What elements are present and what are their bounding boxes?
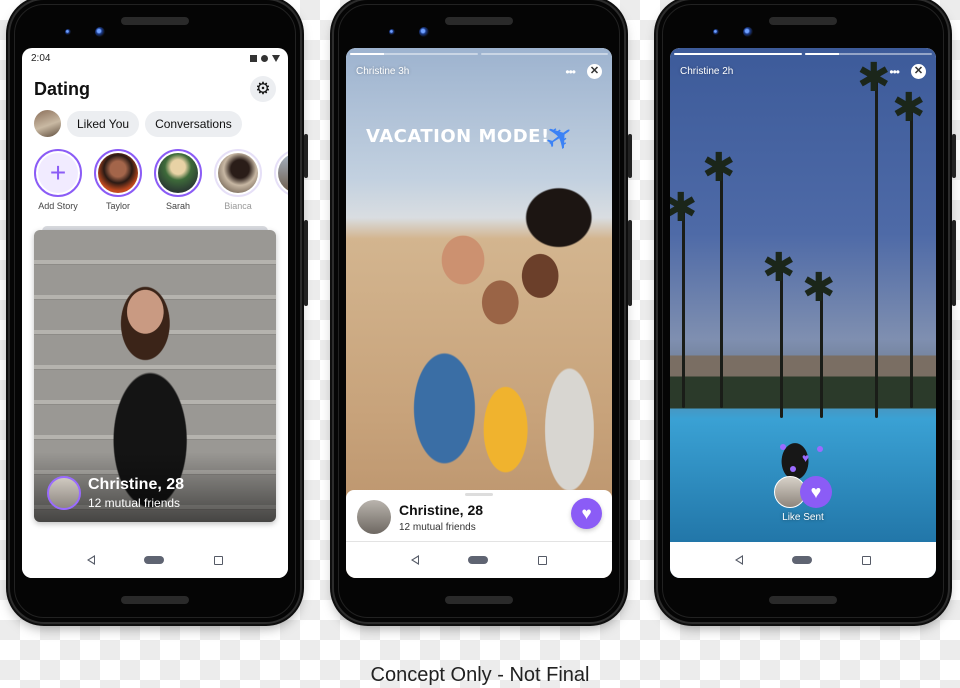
conversations-chip[interactable]: Conversations (145, 110, 242, 137)
screen: Christine 3h ••• ✕ VACATION MODE! ✈ Chri… (346, 48, 612, 578)
speaker (445, 596, 513, 604)
story-progress (350, 53, 608, 55)
stories-row: + Add Story Taylor Sarah Bianca Sp (22, 137, 288, 211)
front-camera (419, 27, 429, 37)
recents-icon[interactable] (538, 555, 548, 565)
recents-icon[interactable] (214, 555, 224, 565)
sensor (65, 29, 71, 35)
earpiece (121, 17, 189, 25)
volume-button (304, 220, 308, 306)
home-icon[interactable] (792, 556, 813, 564)
floating-heart-icon: ♥ (802, 451, 810, 465)
filter-row: Liked You Conversations (22, 102, 288, 137)
close-icon[interactable]: ✕ (911, 64, 926, 79)
story-taylor[interactable]: Taylor (94, 149, 142, 211)
wifi-icon (272, 54, 280, 62)
speaker (121, 596, 189, 604)
palm-tree (802, 268, 836, 418)
back-icon[interactable] (734, 555, 743, 565)
confetti-dot (790, 466, 796, 472)
like-button[interactable]: ♥ (571, 498, 602, 529)
power-button (628, 134, 632, 178)
gear-icon: ⚙ (255, 79, 271, 98)
story-avatar (278, 153, 288, 193)
palm-tree (670, 188, 698, 408)
nav-bar (346, 542, 612, 578)
story-progress (674, 53, 932, 55)
confetti-dot (780, 444, 786, 450)
phone-story-pool: Christine 2h ••• ✕ ♥ ♥ Like Sent (658, 0, 956, 622)
volume-button (952, 220, 956, 306)
more-icon[interactable]: ••• (565, 66, 576, 78)
nav-bar (670, 542, 936, 578)
confetti-dot (817, 446, 823, 452)
mutual-friends: 12 mutual friends (399, 522, 476, 533)
screen: Christine 2h ••• ✕ ♥ ♥ Like Sent (670, 48, 936, 578)
palm-tree (892, 88, 926, 408)
close-icon[interactable]: ✕ (587, 64, 602, 79)
story-author: Christine 3h (356, 66, 410, 77)
back-icon[interactable] (86, 555, 95, 565)
front-camera (95, 27, 105, 37)
story-avatar (158, 153, 198, 193)
recents-icon[interactable] (862, 555, 872, 565)
disclaimer-caption: Concept Only - Not Final (370, 664, 590, 686)
profile-card[interactable]: Christine, 28 12 mutual friends (34, 230, 276, 522)
profile-name: Christine, 28 (88, 476, 185, 493)
nav-bar (22, 542, 288, 578)
more-icon[interactable]: ••• (889, 66, 900, 78)
sensor (389, 29, 395, 35)
add-story-button[interactable]: + Add Story (34, 149, 82, 211)
heart-icon: ♥ (581, 504, 592, 523)
power-button (952, 134, 956, 178)
profile-sheet[interactable]: Christine, 28 12 mutual friends ♥ (346, 490, 612, 542)
speaker (769, 596, 837, 604)
notification-icon (250, 54, 257, 62)
power-button (304, 134, 308, 178)
earpiece (445, 17, 513, 25)
profile-name: Christine, 28 (399, 502, 484, 518)
plus-icon: + (38, 153, 78, 193)
profile-avatar (357, 500, 391, 534)
page-title: Dating (34, 78, 90, 99)
like-sent-confirmation: ♥ Like Sent (774, 476, 832, 523)
palm-tree (762, 248, 796, 418)
progress-segment (350, 53, 385, 55)
back-icon[interactable] (410, 555, 419, 565)
home-icon[interactable] (468, 556, 489, 564)
earpiece (769, 17, 837, 25)
progress-segment (804, 53, 839, 55)
profile-avatar[interactable] (34, 110, 61, 137)
liked-you-chip[interactable]: Liked You (67, 110, 140, 137)
drag-handle[interactable] (465, 493, 493, 496)
story-avatar (98, 153, 138, 193)
sensor (713, 29, 719, 35)
front-camera (743, 27, 753, 37)
story-text-overlay: VACATION MODE! (366, 126, 550, 147)
mutual-friends: 12 mutual friends (88, 496, 181, 510)
story-avatar (218, 153, 258, 193)
volume-button (628, 220, 632, 306)
story-author: Christine 2h (680, 66, 734, 77)
card-story-avatar[interactable] (47, 476, 81, 510)
like-sent-label: Like Sent (782, 512, 824, 523)
story-partial[interactable]: Sp (274, 149, 288, 211)
progress-segment (674, 53, 802, 55)
phone-story-vacation: Christine 3h ••• ✕ VACATION MODE! ✈ Chri… (334, 0, 632, 622)
home-icon[interactable] (144, 556, 165, 564)
status-time: 2:04 (31, 52, 51, 64)
palm-tree (857, 58, 891, 418)
story-sarah[interactable]: Sarah (154, 149, 202, 211)
status-bar: 2:04 (22, 48, 288, 68)
screen: 2:04 Dating ⚙ Liked You Conversations + … (22, 48, 288, 578)
heart-icon: ♥ (800, 476, 832, 508)
story-bianca[interactable]: Bianca (214, 149, 262, 211)
settings-button[interactable]: ⚙ (250, 76, 276, 102)
phone-dating-home: 2:04 Dating ⚙ Liked You Conversations + … (10, 0, 308, 622)
dnd-icon (261, 54, 268, 62)
palm-tree (702, 148, 736, 408)
